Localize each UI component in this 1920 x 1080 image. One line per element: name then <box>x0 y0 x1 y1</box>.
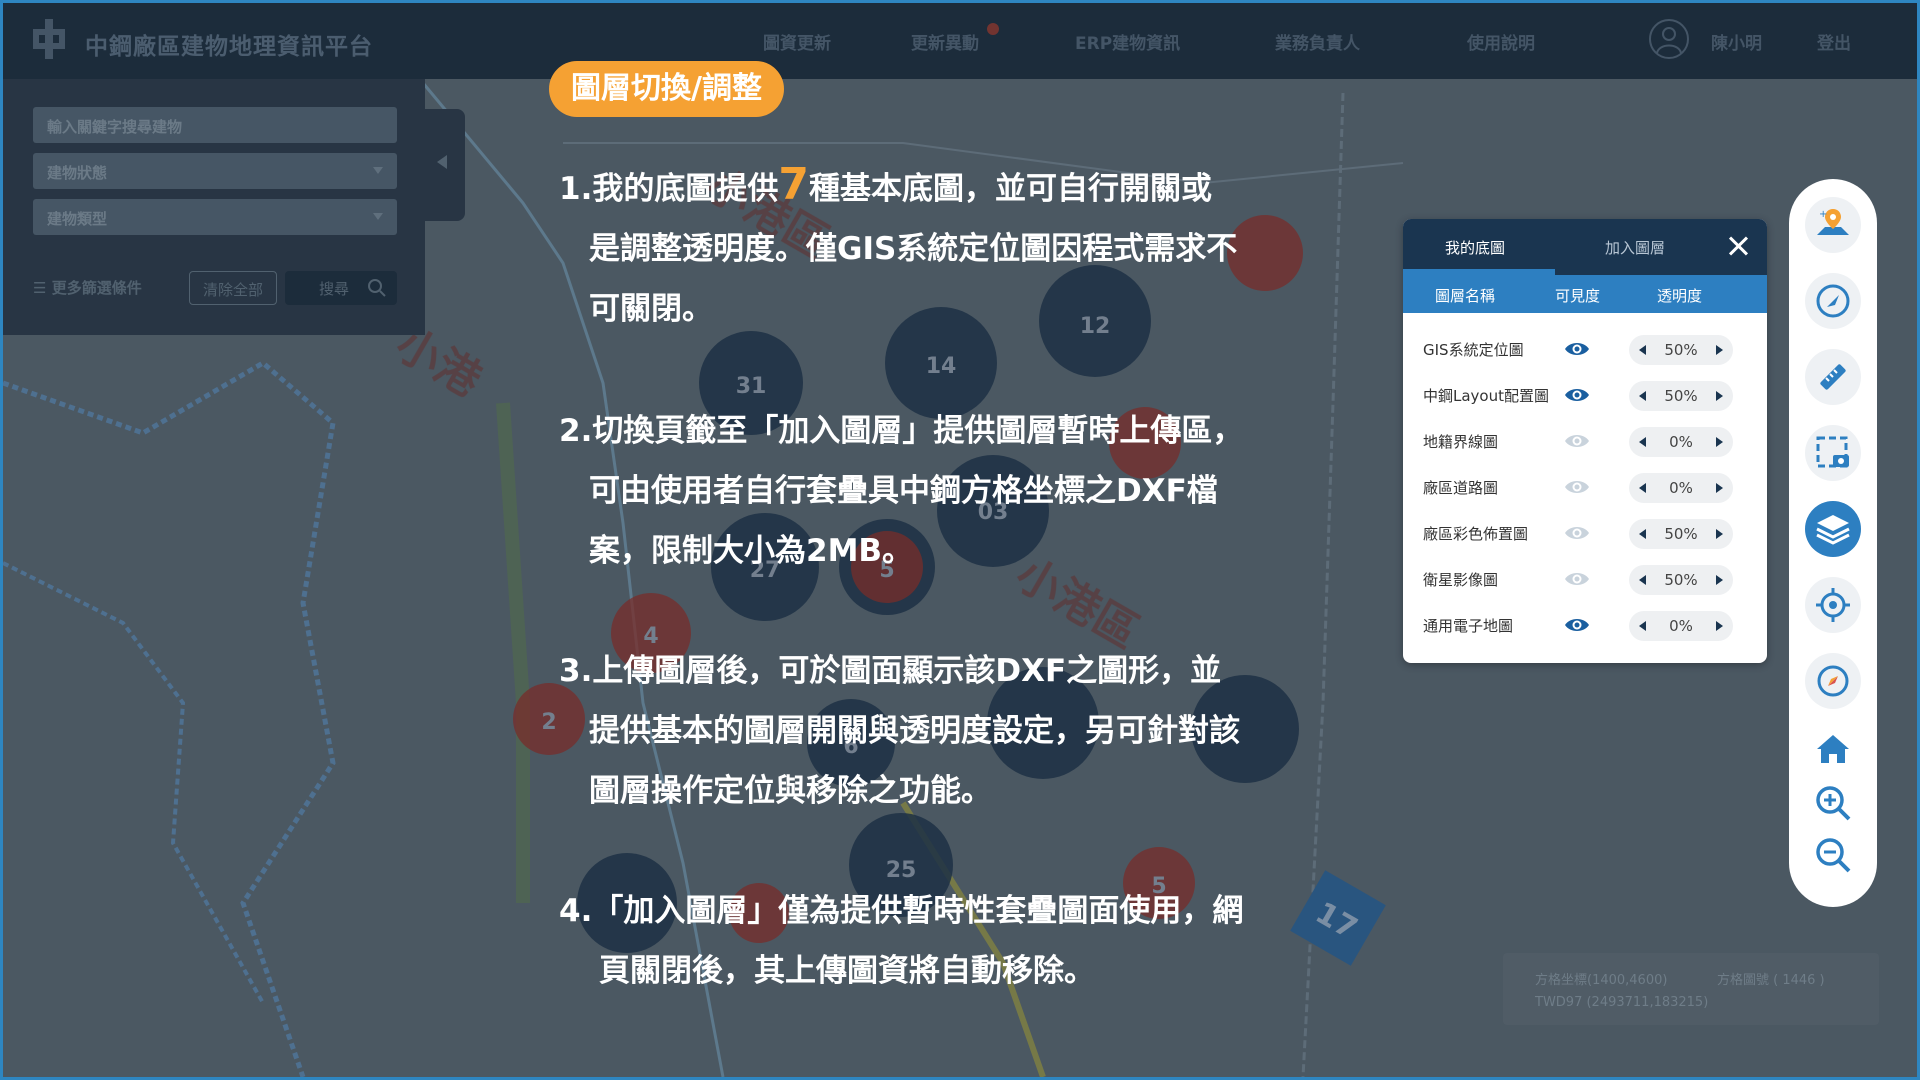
tab-my-basemap[interactable]: 我的底圖 <box>1445 237 1505 258</box>
visibility-eye-icon[interactable] <box>1563 523 1591 543</box>
increase-arrow-icon[interactable] <box>1716 437 1723 447</box>
opacity-stepper[interactable]: 50% <box>1629 565 1733 595</box>
step2-line2: 可由使用者自行套疊具中鋼方格坐標之DXF檔 <box>589 473 1218 509</box>
increase-arrow-icon[interactable] <box>1716 345 1723 355</box>
map-toolbar: + <box>1789 179 1877 907</box>
app-frame: 31 14 12 03 27 5 426 25 5 17 小港區 小港區 小港 中鋼廠區建… <box>3 3 1917 1077</box>
layer-name: GIS系統定位圖 <box>1423 341 1524 359</box>
zoom-out-tool[interactable] <box>1805 827 1861 883</box>
step4-line2: 頁關閉後，其上傳圖資將自動移除。 <box>599 953 1095 989</box>
coordinate-readout: 方格坐標(1400,4600) 方格圖號 ( 1446 ) TWD97 (249… <box>1503 953 1879 1025</box>
layer-row: 通用電子地圖 0% <box>1403 603 1767 649</box>
step3-line1: 3.上傳圖層後，可於圖面顯示該DXF之圖形，並 <box>559 653 1222 689</box>
opacity-stepper[interactable]: 0% <box>1629 427 1733 457</box>
crosshair-icon <box>1816 588 1850 622</box>
visibility-eye-icon[interactable] <box>1563 431 1591 451</box>
map-pin-icon: + <box>1817 209 1849 235</box>
tutorial-step-2: 2.切換頁籤至「加入圖層」提供圖層暫時上傳區， 可由使用者自行套疊具中鋼方格坐標… <box>559 401 1319 581</box>
zoom-out-icon <box>1816 838 1851 873</box>
increase-arrow-icon[interactable] <box>1716 575 1723 585</box>
tab-add-layer[interactable]: 加入圖層 <box>1605 237 1665 258</box>
screen-capture-icon <box>1816 436 1849 468</box>
layer-table-header: 圖層名稱 可見度 透明度 <box>1403 275 1767 313</box>
step1-line3: 可關閉。 <box>589 291 713 327</box>
layer-row: 中鋼Layout配置圖 50% <box>1403 373 1767 419</box>
screenshot-tool[interactable] <box>1805 425 1861 481</box>
step1-number-highlight: 7 <box>778 159 809 210</box>
opacity-stepper[interactable]: 50% <box>1629 519 1733 549</box>
layer-panel: 我的底圖 加入圖層 圖層名稱 可見度 透明度 GIS系統定位圖 50% 中鋼Layo… <box>1403 219 1767 663</box>
svg-text:+: + <box>1819 209 1827 220</box>
layer-row: 衛星影像圖 50% <box>1403 557 1767 603</box>
visibility-eye-icon[interactable] <box>1563 477 1591 497</box>
step1-line2: 是調整透明度。僅GIS系統定位圖因程式需求不 <box>589 231 1238 267</box>
compass-tool[interactable] <box>1805 653 1861 709</box>
layer-name: 廠區彩色佈置圖 <box>1423 525 1529 543</box>
visibility-eye-icon[interactable] <box>1563 615 1591 635</box>
increase-arrow-icon[interactable] <box>1716 483 1723 493</box>
increase-arrow-icon[interactable] <box>1716 621 1723 631</box>
layers-tool[interactable] <box>1805 501 1861 557</box>
layer-name: 廠區道路圖 <box>1423 479 1499 497</box>
navigation-tool[interactable] <box>1805 273 1861 329</box>
step3-line3: 圖層操作定位與移除之功能。 <box>589 773 992 809</box>
tutorial-step-4: 4.「加入圖層」僅為提供暫時性套疊圖面使用，網 頁關閉後，其上傳圖資將自動移除。 <box>559 881 1319 1001</box>
visibility-eye-icon[interactable] <box>1563 339 1591 359</box>
layer-row: 廠區道路圖 0% <box>1403 465 1767 511</box>
layer-name: 地籍界線圖 <box>1423 433 1499 451</box>
close-icon[interactable] <box>1725 233 1751 259</box>
visibility-eye-icon[interactable] <box>1563 385 1591 405</box>
zoom-in-tool[interactable] <box>1805 775 1861 831</box>
zoom-in-icon <box>1816 786 1851 821</box>
tutorial-step-1: 1.我的底圖提供7種基本底圖，並可自行開關或 是調整透明度。僅GIS系統定位圖因… <box>559 155 1319 339</box>
step3-line2: 提供基本的圖層開關與透明度設定，另可針對該 <box>589 713 1240 749</box>
increase-arrow-icon[interactable] <box>1716 529 1723 539</box>
layer-name: 中鋼Layout配置圖 <box>1423 387 1549 405</box>
step1-text-a: 1.我的底圖提供 <box>559 171 779 207</box>
layer-row: 廠區彩色佈置圖 50% <box>1403 511 1767 557</box>
col-visibility: 可見度 <box>1555 287 1601 305</box>
home-icon <box>1817 735 1849 763</box>
layer-name: 通用電子地圖 <box>1423 617 1514 635</box>
opacity-stepper[interactable]: 0% <box>1629 473 1733 503</box>
tutorial-step-3: 3.上傳圖層後，可於圖面顯示該DXF之圖形，並 提供基本的圖層開關與透明度設定，… <box>559 641 1319 821</box>
opacity-stepper[interactable]: 0% <box>1629 611 1733 641</box>
tutorial-title-pill: 圖層切換/調整 <box>549 61 784 117</box>
opacity-stepper[interactable]: 50% <box>1629 381 1733 411</box>
layers-icon <box>1816 515 1850 545</box>
compass-icon <box>1817 665 1849 697</box>
layer-name: 衛星影像圖 <box>1423 571 1499 589</box>
col-layer-name: 圖層名稱 <box>1435 287 1496 305</box>
locate-tool[interactable] <box>1805 577 1861 633</box>
step2-line1: 2.切換頁籤至「加入圖層」提供圖層暫時上傳區， <box>559 413 1244 449</box>
visibility-eye-icon[interactable] <box>1563 569 1591 589</box>
map-location-tool[interactable]: + <box>1805 197 1861 253</box>
opacity-stepper[interactable]: 50% <box>1629 335 1733 365</box>
step2-line3: 案，限制大小為2MB。 <box>589 533 914 569</box>
step4-line1: 4.「加入圖層」僅為提供暫時性套疊圖面使用，網 <box>559 893 1244 929</box>
layer-panel-tabs: 我的底圖 加入圖層 <box>1403 219 1767 275</box>
layer-row: GIS系統定位圖 50% <box>1403 327 1767 373</box>
grid-coordinate: 方格坐標(1400,4600) <box>1535 973 1668 988</box>
grid-sheet-number: 方格圖號 ( 1446 ) <box>1717 973 1825 988</box>
ruler-icon <box>1820 364 1846 390</box>
home-tool[interactable] <box>1805 721 1861 777</box>
twd97-coordinate: TWD97 (2493711,183215) <box>1535 995 1709 1010</box>
location-compass-icon <box>1816 284 1850 318</box>
col-opacity: 透明度 <box>1657 287 1703 305</box>
layer-row: 地籍界線圖 0% <box>1403 419 1767 465</box>
increase-arrow-icon[interactable] <box>1716 391 1723 401</box>
step1-text-b: 種基本底圖，並可自行開關或 <box>808 171 1212 207</box>
measure-tool[interactable] <box>1805 349 1861 405</box>
